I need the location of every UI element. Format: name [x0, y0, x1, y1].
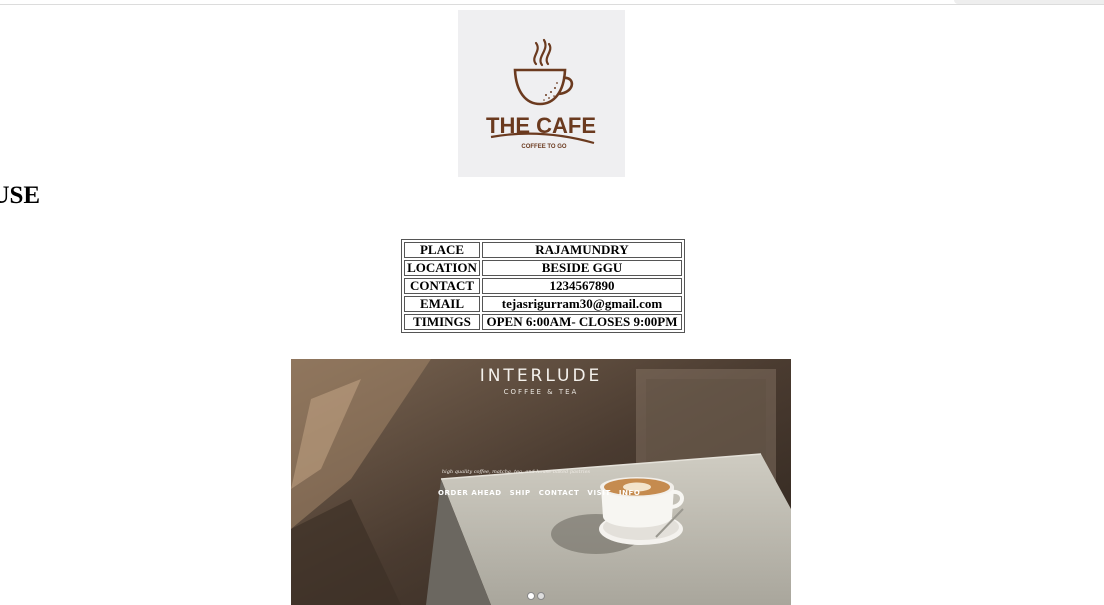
carousel-dot[interactable]: [527, 592, 535, 600]
steam-icon: [533, 38, 552, 67]
info-table: PLACE RAJAMUNDRY LOCATION BESIDE GGU CON…: [401, 239, 685, 333]
nav-info[interactable]: INFO: [619, 489, 641, 497]
table-row: CONTACT 1234567890: [404, 278, 682, 294]
cafe-logo: THE CAFE COFFEE TO GO: [458, 10, 625, 177]
coffee-cup-icon: [513, 68, 574, 106]
nav-contact[interactable]: CONTACT: [539, 489, 580, 497]
page-heading: OUSE: [0, 182, 41, 209]
row-value: 1234567890: [482, 278, 682, 294]
row-value: RAJAMUNDRY: [482, 242, 682, 258]
nav-visit[interactable]: VISIT: [587, 489, 610, 497]
row-label: LOCATION: [404, 260, 480, 276]
nav-ship[interactable]: SHIP: [510, 489, 531, 497]
row-label: CONTACT: [404, 278, 480, 294]
hero-nav: ORDER AHEAD SHIP CONTACT VISIT INFO: [438, 489, 640, 497]
row-label: EMAIL: [404, 296, 480, 312]
hero-image: INTERLUDE COFFEE & TEA high quality coff…: [291, 359, 791, 605]
row-value: OPEN 6:00AM- CLOSES 9:00PM: [482, 314, 682, 330]
row-value: BESIDE GGU: [482, 260, 682, 276]
table-row: LOCATION BESIDE GGU: [404, 260, 682, 276]
nav-order-ahead[interactable]: ORDER AHEAD: [438, 489, 502, 497]
hero-subtitle: COFFEE & TEA: [503, 388, 579, 396]
row-label: TIMINGS: [404, 314, 480, 330]
table-row: PLACE RAJAMUNDRY: [404, 242, 682, 258]
carousel-dot[interactable]: [537, 592, 545, 600]
carousel-dots: [527, 592, 545, 600]
browser-tab-edge: [954, 0, 1104, 4]
row-label: PLACE: [404, 242, 480, 258]
browser-top-edge: [0, 4, 1104, 5]
hero-brand: INTERLUDE: [479, 366, 603, 386]
table-row: TIMINGS OPEN 6:00AM- CLOSES 9:00PM: [404, 314, 682, 330]
table-row: EMAIL tejasrigurram30@gmail.com: [404, 296, 682, 312]
row-value: tejasrigurram30@gmail.com: [482, 296, 682, 312]
logo-subtitle: COFFEE TO GO: [521, 144, 567, 150]
hero-tagline: high quality coffee, matcha, tea, and ho…: [441, 469, 591, 475]
